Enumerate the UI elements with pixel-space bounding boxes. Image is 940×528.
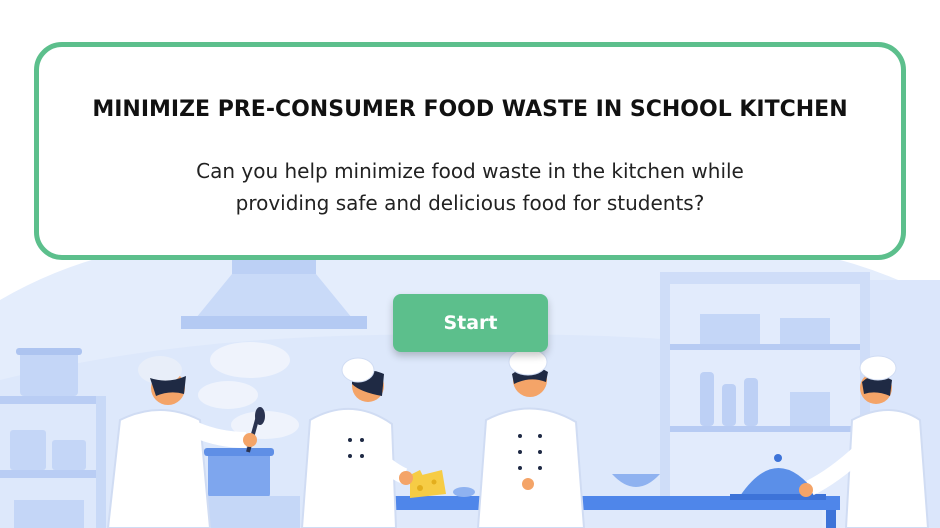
description-line-2: providing safe and delicious food for st… bbox=[235, 191, 705, 215]
bowl bbox=[453, 487, 475, 497]
intro-description: Can you help minimize food waste in the … bbox=[159, 155, 781, 219]
kitchen-table bbox=[370, 496, 840, 528]
start-button[interactable]: Start bbox=[393, 294, 548, 352]
intro-card: MINIMIZE PRE-CONSUMER FOOD WASTE IN SCHO… bbox=[34, 42, 906, 260]
page-title: MINIMIZE PRE-CONSUMER FOOD WASTE IN SCHO… bbox=[92, 97, 848, 122]
description-line-1: Can you help minimize food waste in the … bbox=[196, 159, 744, 183]
